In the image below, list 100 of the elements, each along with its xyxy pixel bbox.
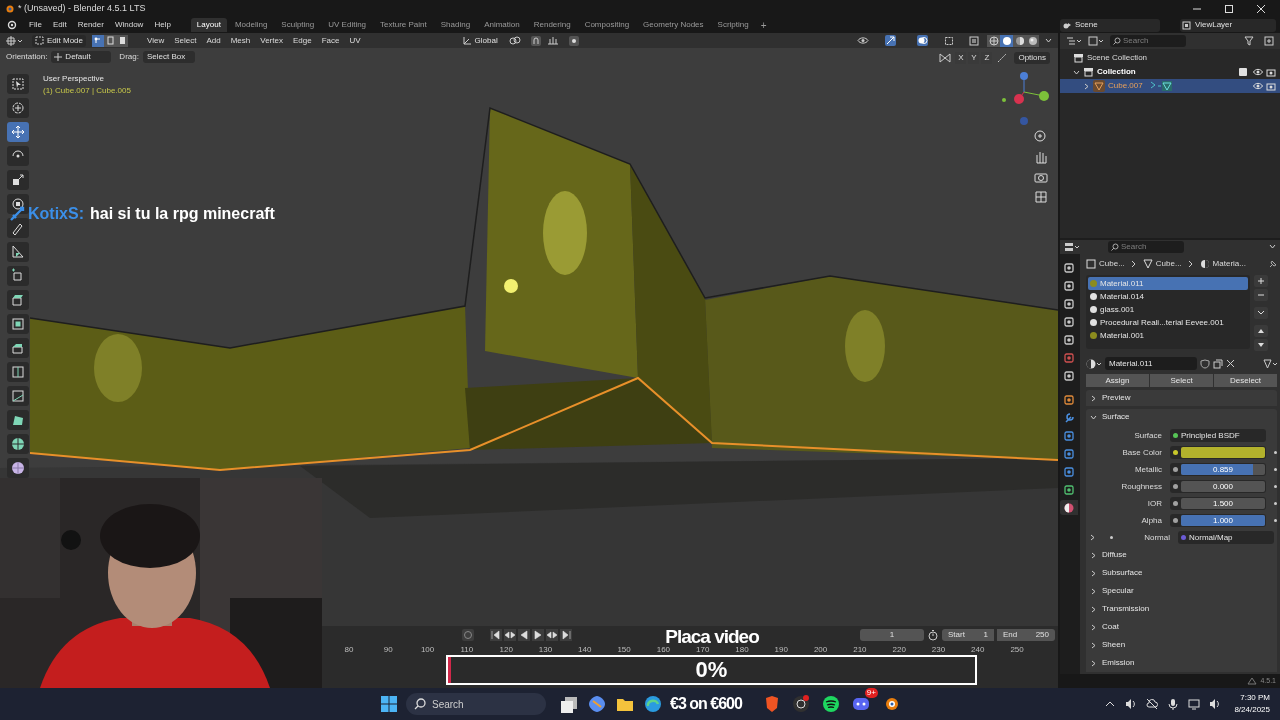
menu-item[interactable]: Add <box>201 34 226 47</box>
action-button[interactable]: Assign <box>1086 374 1149 387</box>
panel-header[interactable]: Preview <box>1086 390 1277 406</box>
subpanel-header[interactable]: Diffuse <box>1086 548 1277 562</box>
menu-item[interactable]: View <box>142 34 170 47</box>
display-mode-icon[interactable] <box>1088 36 1104 46</box>
speaker-icon[interactable] <box>1209 698 1222 710</box>
subpanel-header[interactable]: Coat <box>1086 620 1277 634</box>
camera-icon[interactable] <box>1266 81 1276 91</box>
cloud-off-icon[interactable] <box>1146 698 1159 710</box>
link-mode-icon[interactable] <box>1263 358 1277 369</box>
orientation-dropdown[interactable]: Global <box>459 34 501 47</box>
select-mode-button[interactable] <box>116 34 129 47</box>
menu-item[interactable]: Help <box>149 19 176 31</box>
disclosure-icon[interactable] <box>1073 68 1080 76</box>
workspace-tab[interactable]: Rendering <box>527 18 577 32</box>
pin-icon[interactable] <box>1268 259 1277 269</box>
menu-item[interactable]: Edit <box>47 19 72 31</box>
shading-mode-button[interactable] <box>1026 34 1039 47</box>
material-slot[interactable]: glass.001 <box>1088 303 1248 316</box>
caret-icon[interactable] <box>1045 37 1052 44</box>
gizmo-toggle-icon[interactable] <box>885 35 896 46</box>
subpanel-header[interactable]: Emission <box>1086 656 1277 670</box>
speaker-icon[interactable] <box>1125 698 1138 710</box>
slider-field[interactable]: 0.000 <box>1181 481 1265 492</box>
material-slot[interactable]: Material.014 <box>1088 290 1248 303</box>
start-frame-field[interactable]: Start 1 <box>942 629 994 641</box>
workspace-tab[interactable]: Layout <box>190 18 227 32</box>
windows-logo-icon[interactable] <box>380 695 398 713</box>
material-name-field[interactable]: Material.011 <box>1105 357 1197 370</box>
view-layer-selector[interactable]: ViewLayer <box>1180 18 1276 32</box>
monitor-icon[interactable] <box>1188 698 1201 710</box>
menu-item[interactable]: Vertex <box>255 34 288 47</box>
snap-icon[interactable] <box>546 36 559 45</box>
caret-icon[interactable] <box>1269 244 1276 250</box>
editor-type-icon[interactable] <box>1064 242 1080 252</box>
material-slot[interactable]: Material.011 <box>1088 277 1248 290</box>
menu-item[interactable]: Face <box>316 34 345 47</box>
slider-field[interactable]: 1.500 <box>1181 498 1265 509</box>
workspace-tab[interactable]: Texture Paint <box>374 18 433 32</box>
magnet-icon[interactable] <box>530 35 541 46</box>
workspace-tab[interactable]: Sculpting <box>275 18 321 32</box>
subpanel-header[interactable]: Subsurface <box>1086 566 1277 580</box>
shading-mode-button[interactable] <box>987 34 1000 47</box>
menu-item[interactable]: Window <box>109 19 149 31</box>
globe-icon[interactable] <box>644 695 662 713</box>
workspace-tab[interactable]: Shading <box>434 18 477 32</box>
disclosure-icon[interactable] <box>1090 534 1096 541</box>
close-icon[interactable] <box>1256 3 1266 14</box>
camera-icon[interactable] <box>1266 67 1276 77</box>
workspace-tab[interactable]: UV Editing <box>322 18 373 32</box>
shading-mode-button[interactable] <box>1013 34 1026 47</box>
record-icon[interactable] <box>791 695 810 713</box>
add-workspace-button[interactable]: + <box>756 17 771 33</box>
copy-icon[interactable] <box>1213 358 1223 369</box>
new-collection-icon[interactable] <box>1264 36 1274 46</box>
color-swatch[interactable] <box>1181 447 1265 458</box>
keyframe-icon[interactable] <box>546 629 558 641</box>
subpanel-header[interactable]: Sheen <box>1086 638 1277 652</box>
outliner-row[interactable]: Collection <box>1060 65 1280 79</box>
menu-item[interactable]: File <box>24 19 47 31</box>
list-button[interactable] <box>1254 307 1268 319</box>
workspace-tab[interactable]: Compositing <box>578 18 636 32</box>
search-field[interactable]: Search <box>1110 35 1186 47</box>
maximize-icon[interactable] <box>1224 3 1234 14</box>
material-slot[interactable]: Material.001 <box>1088 329 1248 342</box>
search-field[interactable]: Search <box>1108 241 1184 253</box>
link-icon[interactable] <box>508 36 523 45</box>
socket-field[interactable]: Principled BSDF <box>1170 429 1266 442</box>
eye-icon[interactable] <box>857 36 869 45</box>
material-slot[interactable]: Procedural Reali...terial Eevee.001 <box>1088 316 1248 329</box>
list-button[interactable] <box>1254 325 1268 337</box>
menu-item[interactable]: Select <box>169 34 202 47</box>
mesh-overlay-icon[interactable] <box>944 35 955 46</box>
workspace-tab[interactable]: Scripting <box>711 18 755 32</box>
game-controller-icon[interactable] <box>851 695 870 713</box>
outliner-row[interactable]: Cube.007 <box>1060 79 1280 93</box>
panel-header[interactable]: Surface <box>1086 409 1277 425</box>
proportional-icon[interactable] <box>568 35 579 46</box>
jump-end-icon[interactable] <box>560 629 572 641</box>
outliner-row[interactable]: Scene Collection <box>1060 51 1280 65</box>
jump-start-icon[interactable] <box>490 629 502 641</box>
play-icon[interactable] <box>532 629 544 641</box>
breadcrumb-item[interactable]: Cube... <box>1099 258 1125 270</box>
list-button[interactable] <box>1254 275 1268 287</box>
disclosure-icon[interactable] <box>1090 394 1097 402</box>
list-button[interactable] <box>1254 339 1268 351</box>
close-icon[interactable] <box>1226 359 1235 368</box>
select-mode-button[interactable] <box>104 34 117 47</box>
xray-icon[interactable] <box>969 35 979 46</box>
eye-icon[interactable] <box>1253 82 1263 90</box>
properties-tab[interactable] <box>1060 500 1078 515</box>
windows-stack-icon[interactable] <box>560 695 578 713</box>
keyframe-icon[interactable] <box>504 629 516 641</box>
workspace-tab[interactable]: Geometry Nodes <box>637 18 710 32</box>
play-reverse-icon[interactable] <box>518 629 530 641</box>
subpanel-header[interactable]: Specular <box>1086 584 1277 598</box>
menu-item[interactable]: Mesh <box>225 34 256 47</box>
microphone-icon[interactable] <box>1167 698 1180 710</box>
disclosure-icon[interactable] <box>1090 413 1097 421</box>
